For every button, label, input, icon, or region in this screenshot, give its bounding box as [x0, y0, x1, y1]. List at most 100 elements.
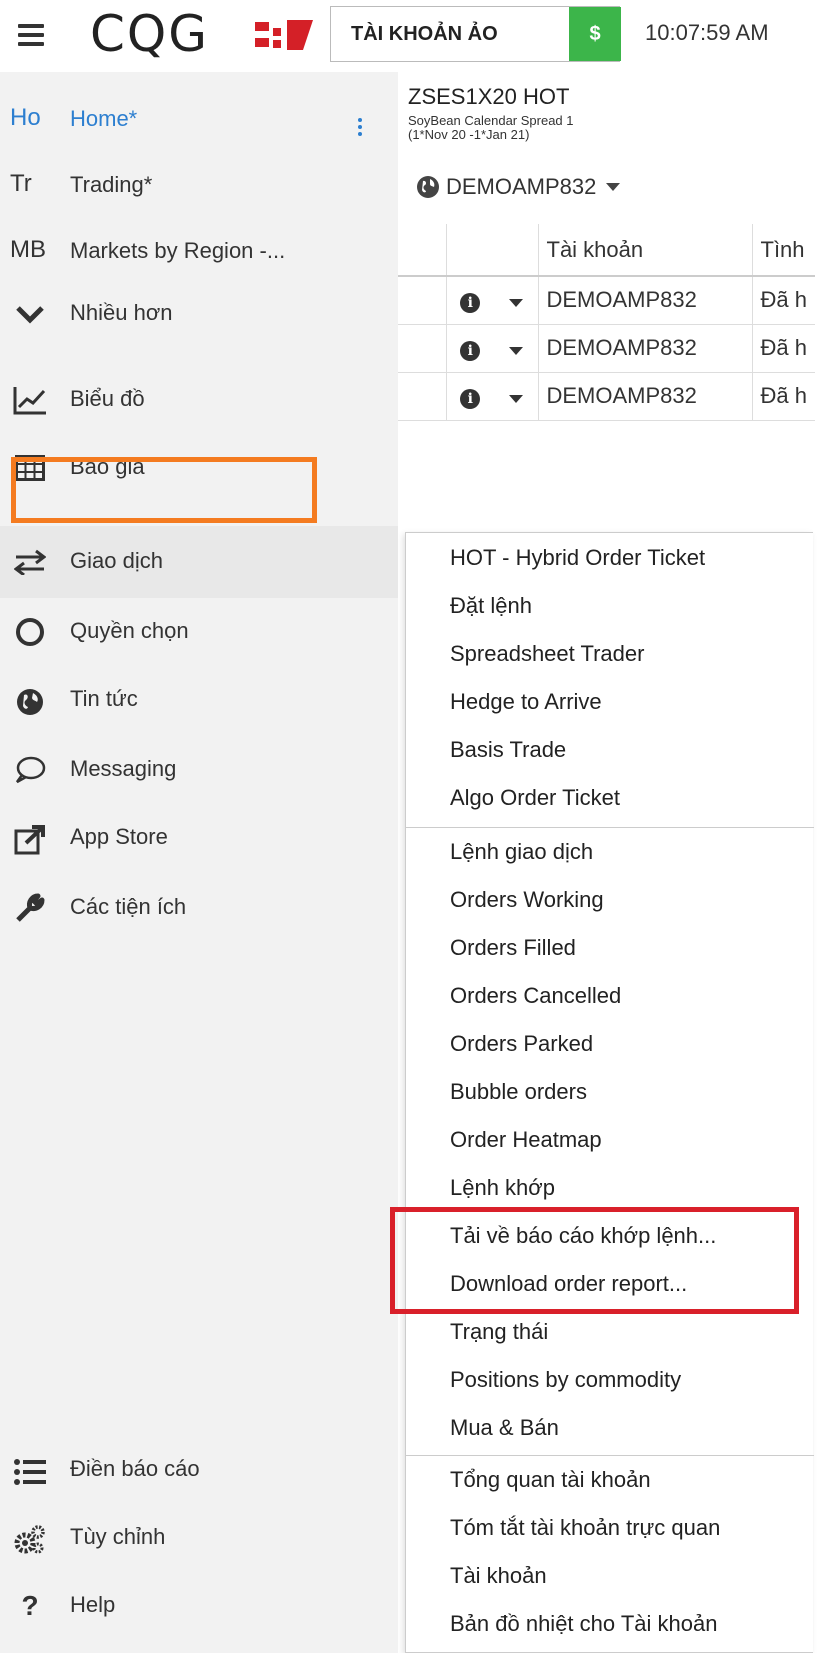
sidebar-item-label: Nhiều hơn: [70, 300, 173, 325]
menu-item-hot-ticket[interactable]: HOT - Hybrid Order Ticket: [450, 545, 705, 571]
menu-item-account[interactable]: Tài khoản: [450, 1563, 547, 1589]
row-expand-caret-icon[interactable]: [494, 324, 539, 373]
menu-item-basis-trade[interactable]: Basis Trade: [450, 737, 566, 763]
globe-icon: [417, 176, 439, 198]
menu-item-place-order[interactable]: Đặt lệnh: [450, 593, 532, 619]
column-header-account[interactable]: Tài khoản: [538, 224, 753, 277]
sidebar-item-label: Help: [70, 1592, 116, 1617]
table-row[interactable]: i DEMOAMP832 Đã h: [398, 324, 815, 373]
column-header: [446, 224, 494, 277]
caret-down-icon: [606, 183, 621, 191]
row-expand-caret-icon[interactable]: [494, 276, 539, 325]
menu-item-bubble-orders[interactable]: Bubble orders: [450, 1079, 587, 1105]
menu-item-order-heatmap[interactable]: Order Heatmap: [450, 1127, 602, 1153]
cqg-logo-mark-icon: [255, 20, 313, 50]
speech-bubble-icon: [12, 752, 48, 788]
account-selector[interactable]: DEMOAMP832: [416, 174, 621, 200]
sidebar-item-charts[interactable]: Biểu đồ: [0, 370, 398, 430]
menu-item-orders[interactable]: Lệnh giao dịch: [450, 839, 593, 865]
sidebar-item-options[interactable]: Quyền chọn: [0, 602, 398, 662]
sidebar-item-utilities[interactable]: Các tiện ích: [0, 878, 398, 938]
table-row[interactable]: i DEMOAMP832 Đã h: [398, 372, 815, 421]
row-account: DEMOAMP832: [538, 276, 753, 325]
instrument-description: SoyBean Calendar Spread 1 (1*Nov 20 -1*J…: [408, 114, 574, 142]
sidebar-item-label: Tùy chỉnh: [70, 1524, 166, 1549]
report-items-highlight-box: [390, 1207, 799, 1314]
exchange-arrows-icon: [12, 544, 48, 580]
sidebar-item-trading-menu[interactable]: Giao dịch: [0, 532, 398, 592]
instrument-symbol: ZSES1X20 HOT: [408, 84, 570, 109]
sidebar-item-label: Home*: [70, 106, 138, 131]
sidebar-item-markets-by-region[interactable]: MB Markets by Region -...: [0, 216, 398, 276]
table-row[interactable]: i DEMOAMP832 Đã h: [398, 276, 815, 325]
cqg-logo: CQG: [90, 5, 210, 63]
menu-item-visual-account-summary[interactable]: Tóm tắt tài khoản trực quan: [450, 1515, 720, 1541]
sidebar-item-home[interactable]: Ho Home*: [0, 80, 398, 140]
menu-item-orders-parked[interactable]: Orders Parked: [450, 1031, 593, 1057]
menu-item-status[interactable]: Trạng thái: [450, 1319, 548, 1345]
sidebar-item-help[interactable]: ? Help: [0, 1578, 398, 1638]
instrument-description-line1: SoyBean Calendar Spread 1: [408, 113, 574, 128]
sidebar-item-label: Biểu đồ: [70, 386, 145, 411]
sidebar-item-label: Các tiện ích: [70, 894, 187, 919]
trading-menu-highlight-box: [11, 457, 317, 523]
menu-item-orders-filled[interactable]: Orders Filled: [450, 935, 576, 961]
menu-item-account-heatmap[interactable]: Bản đồ nhiệt cho Tài khoản: [450, 1611, 717, 1637]
instrument-description-line2: (1*Nov 20 -1*Jan 21): [408, 127, 530, 142]
menu-item-orders-cancelled[interactable]: Orders Cancelled: [450, 983, 621, 1009]
column-header: [494, 224, 539, 277]
sidebar-item-label: Điền báo cáo: [70, 1456, 200, 1481]
kebab-menu-icon[interactable]: [358, 118, 362, 138]
line-chart-icon: [12, 382, 48, 418]
dollar-button[interactable]: $: [569, 7, 621, 61]
question-icon: ?: [21, 1590, 39, 1621]
sidebar: Ho Home* Tr Trading* MB Markets by Regio…: [0, 72, 398, 1653]
menu-item-account-overview[interactable]: Tổng quan tài khoản: [450, 1467, 651, 1493]
row-empty-cell: [398, 372, 447, 421]
menu-item-buy-sell[interactable]: Mua & Bán: [450, 1415, 559, 1441]
sidebar-item-label: Trading*: [70, 172, 153, 197]
sidebar-item-label: Markets by Region -...: [70, 238, 286, 263]
menu-item-orders-working[interactable]: Orders Working: [450, 887, 604, 913]
sidebar-item-news[interactable]: Tin tức: [0, 672, 398, 732]
account-mode-label: TÀI KHOẢN ẢO: [351, 23, 498, 45]
sidebar-item-messaging[interactable]: Messaging: [0, 740, 398, 800]
row-empty-cell: [398, 324, 447, 373]
hamburger-menu-icon[interactable]: [18, 24, 44, 46]
info-icon[interactable]: i: [446, 276, 494, 325]
wrench-icon: [12, 890, 48, 926]
trading-dropdown-menu: HOT - Hybrid Order Ticket Đặt lệnh Sprea…: [405, 532, 814, 1653]
orders-table: Tài khoản Tình i DEMOAMP832 Đã h i DEMOA…: [398, 224, 815, 421]
row-account: DEMOAMP832: [538, 372, 753, 421]
sidebar-item-app-store[interactable]: App Store: [0, 810, 398, 870]
info-icon[interactable]: i: [446, 324, 494, 373]
menu-item-spreadsheet-trader[interactable]: Spreadsheet Trader: [450, 641, 644, 667]
info-icon[interactable]: i: [446, 372, 494, 421]
sidebar-item-abbr: Tr: [10, 170, 32, 197]
menu-item-hedge-to-arrive[interactable]: Hedge to Arrive: [450, 689, 602, 715]
column-header-status[interactable]: Tình: [752, 224, 815, 277]
menu-item-positions-by-commodity[interactable]: Positions by commodity: [450, 1367, 681, 1393]
sidebar-item-trading[interactable]: Tr Trading*: [0, 148, 398, 208]
row-expand-caret-icon[interactable]: [494, 372, 539, 421]
sidebar-item-label: Quyền chọn: [70, 618, 189, 643]
sidebar-item-customize[interactable]: Tùy chỉnh: [0, 1510, 398, 1570]
row-status: Đã h: [752, 276, 815, 325]
menu-item-algo-order-ticket[interactable]: Algo Order Ticket: [450, 785, 620, 811]
sidebar-item-label: App Store: [70, 824, 168, 849]
sidebar-item-more[interactable]: Nhiều hơn: [0, 282, 398, 342]
row-account: DEMOAMP832: [538, 324, 753, 373]
row-status: Đã h: [752, 324, 815, 373]
sidebar-item-label: Giao dịch: [70, 548, 163, 573]
account-mode-selector[interactable]: TÀI KHOẢN ẢO $: [330, 6, 621, 62]
list-icon: [12, 1454, 48, 1490]
globe-icon: [12, 684, 48, 720]
menu-separator: [406, 827, 814, 828]
sidebar-item-label: Messaging: [70, 756, 177, 781]
sidebar-item-abbr: Ho: [10, 104, 41, 131]
menu-item-fills[interactable]: Lệnh khớp: [450, 1175, 555, 1201]
sidebar-item-label: Tin tức: [70, 686, 138, 711]
sidebar-item-fill-report[interactable]: Điền báo cáo: [0, 1442, 398, 1502]
row-status: Đã h: [752, 372, 815, 421]
row-empty-cell: [398, 276, 447, 325]
